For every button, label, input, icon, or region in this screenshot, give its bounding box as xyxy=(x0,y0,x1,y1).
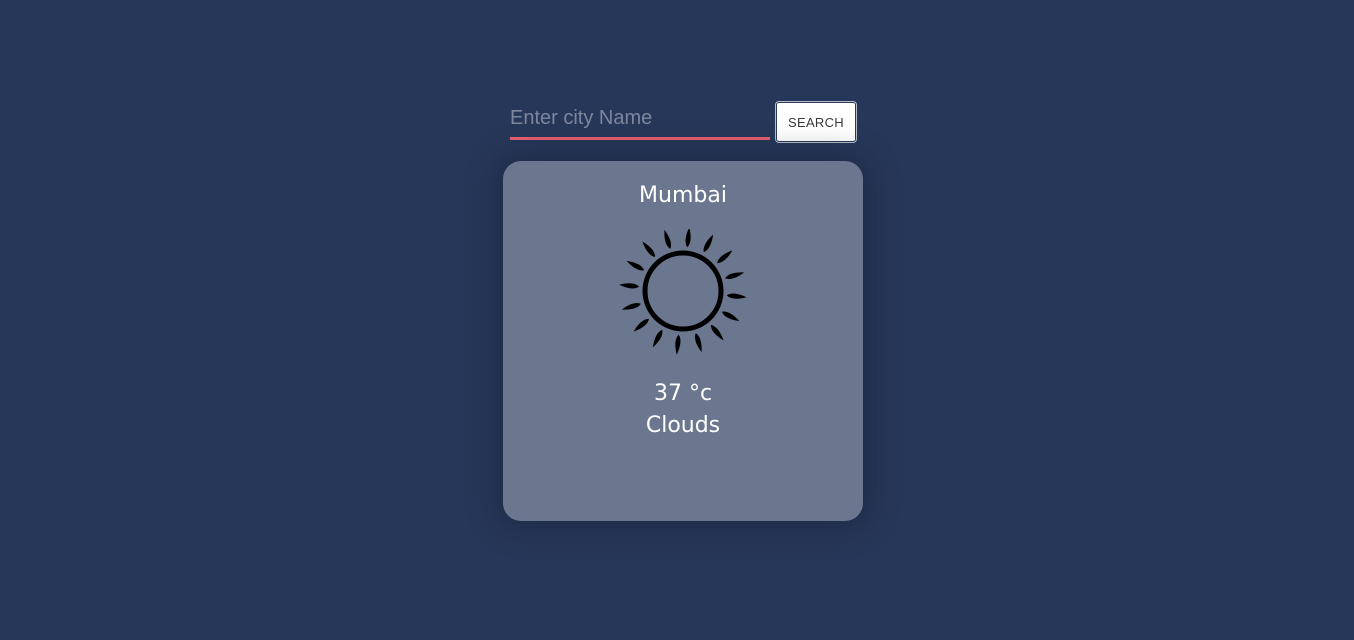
city-name: Mumbai xyxy=(639,183,727,208)
sun-ray xyxy=(685,229,691,248)
temperature-value: 37 °c xyxy=(653,381,713,406)
sun-icon xyxy=(619,229,747,355)
sun-ray xyxy=(725,272,745,280)
weather-card: Mumbai 37 °c Clouds xyxy=(503,161,863,521)
sun-ray xyxy=(633,318,649,332)
sun-ray xyxy=(726,293,747,299)
sun-ray xyxy=(652,329,663,348)
sun-ray xyxy=(619,283,640,289)
sun-ray xyxy=(703,234,714,253)
sun-ray xyxy=(675,334,681,355)
sun-ray xyxy=(721,311,740,322)
sun-ray xyxy=(664,229,672,249)
sun-ray xyxy=(642,241,656,257)
search-button[interactable]: SEARCH xyxy=(776,102,856,142)
sun-ray xyxy=(710,325,724,341)
search-bar: SEARCH xyxy=(510,100,860,144)
sun-ray xyxy=(717,250,733,264)
sun-ray xyxy=(621,302,641,310)
sun-ray xyxy=(626,260,645,271)
weather-condition: Clouds xyxy=(645,413,721,438)
sun-ray xyxy=(694,333,702,353)
city-search-input[interactable] xyxy=(510,100,770,140)
